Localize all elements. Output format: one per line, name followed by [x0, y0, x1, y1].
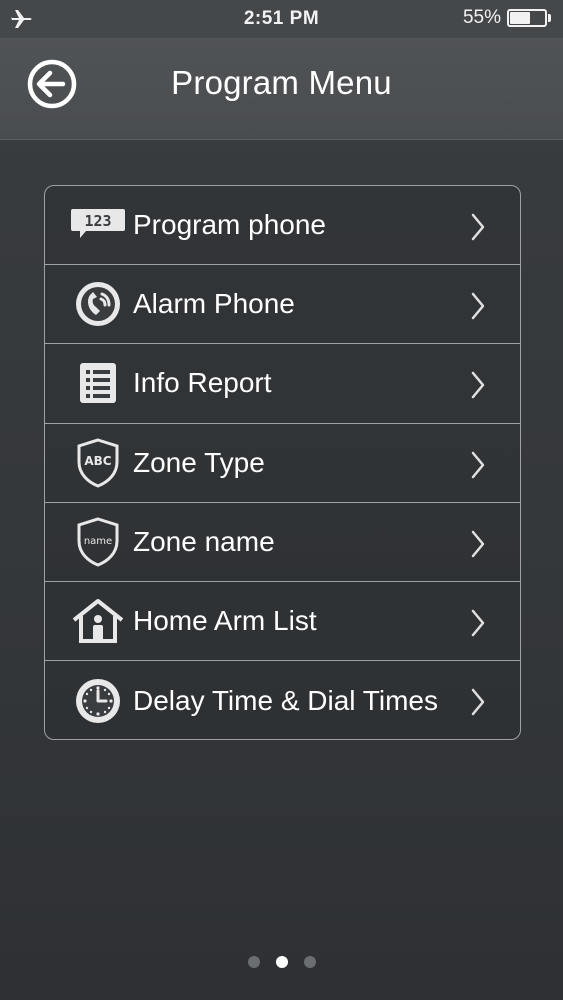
menu-item-home-arm-list[interactable]: Home Arm List [45, 582, 520, 662]
chevron-right-icon [471, 372, 485, 399]
shield-name-icon: name [65, 512, 131, 572]
menu-item-delay-time[interactable]: Delay Time & Dial Times [45, 661, 520, 739]
battery-icon [507, 9, 547, 27]
menu-item-label: Delay Time & Dial Times [133, 684, 438, 716]
status-bar: 2:51 PM 55% [0, 0, 563, 38]
menu-item-alarm-phone[interactable]: Alarm Phone [45, 265, 520, 345]
battery-percent: 55% [462, 7, 501, 28]
alarm-phone-icon [65, 274, 131, 334]
menu-item-zone-type[interactable]: ABC Zone Type [45, 424, 520, 503]
menu-item-label: Zone name [133, 525, 275, 557]
chevron-right-icon [471, 609, 485, 637]
chevron-right-icon [471, 213, 485, 241]
page-dot[interactable] [247, 956, 260, 968]
menu-item-info-report[interactable]: Info Report [45, 344, 520, 424]
menu-item-program-phone[interactable]: 123 Program phone [45, 186, 520, 266]
battery-indicator: 55% [463, 7, 551, 29]
program-menu-list: 123 Program phone Alarm Phone Info Repor… [44, 185, 521, 740]
chevron-right-icon [471, 451, 485, 478]
chevron-right-icon [471, 688, 485, 716]
svg-text:name: name [84, 536, 112, 547]
chevron-right-icon [471, 292, 485, 320]
menu-item-label: Zone Type [133, 446, 265, 478]
status-time: 2:51 PM [243, 8, 320, 29]
menu-item-label: Info Report [133, 367, 272, 399]
airplane-icon [10, 8, 34, 30]
page-title: Program Menu [171, 64, 392, 101]
svg-text:ABC: ABC [84, 454, 111, 468]
home-person-icon [65, 591, 131, 651]
battery-level-fill [510, 12, 530, 24]
clock-icon [65, 671, 131, 731]
page-dot[interactable] [303, 956, 316, 968]
svg-text:123: 123 [84, 212, 111, 230]
menu-item-label: Alarm Phone [133, 288, 295, 320]
menu-item-zone-name[interactable]: name Zone name [45, 503, 520, 582]
speech-bubble-123-icon: 123 [65, 195, 131, 255]
shield-abc-icon: ABC [65, 433, 131, 493]
menu-item-label: Program phone [133, 209, 327, 241]
battery-cap [548, 14, 551, 22]
chevron-right-icon [471, 530, 485, 557]
nav-bar: Program Menu [0, 38, 563, 140]
menu-item-label: Home Arm List [133, 605, 317, 637]
page-indicator[interactable] [0, 956, 563, 968]
list-report-icon [65, 353, 131, 413]
page-dot[interactable] [275, 956, 288, 968]
